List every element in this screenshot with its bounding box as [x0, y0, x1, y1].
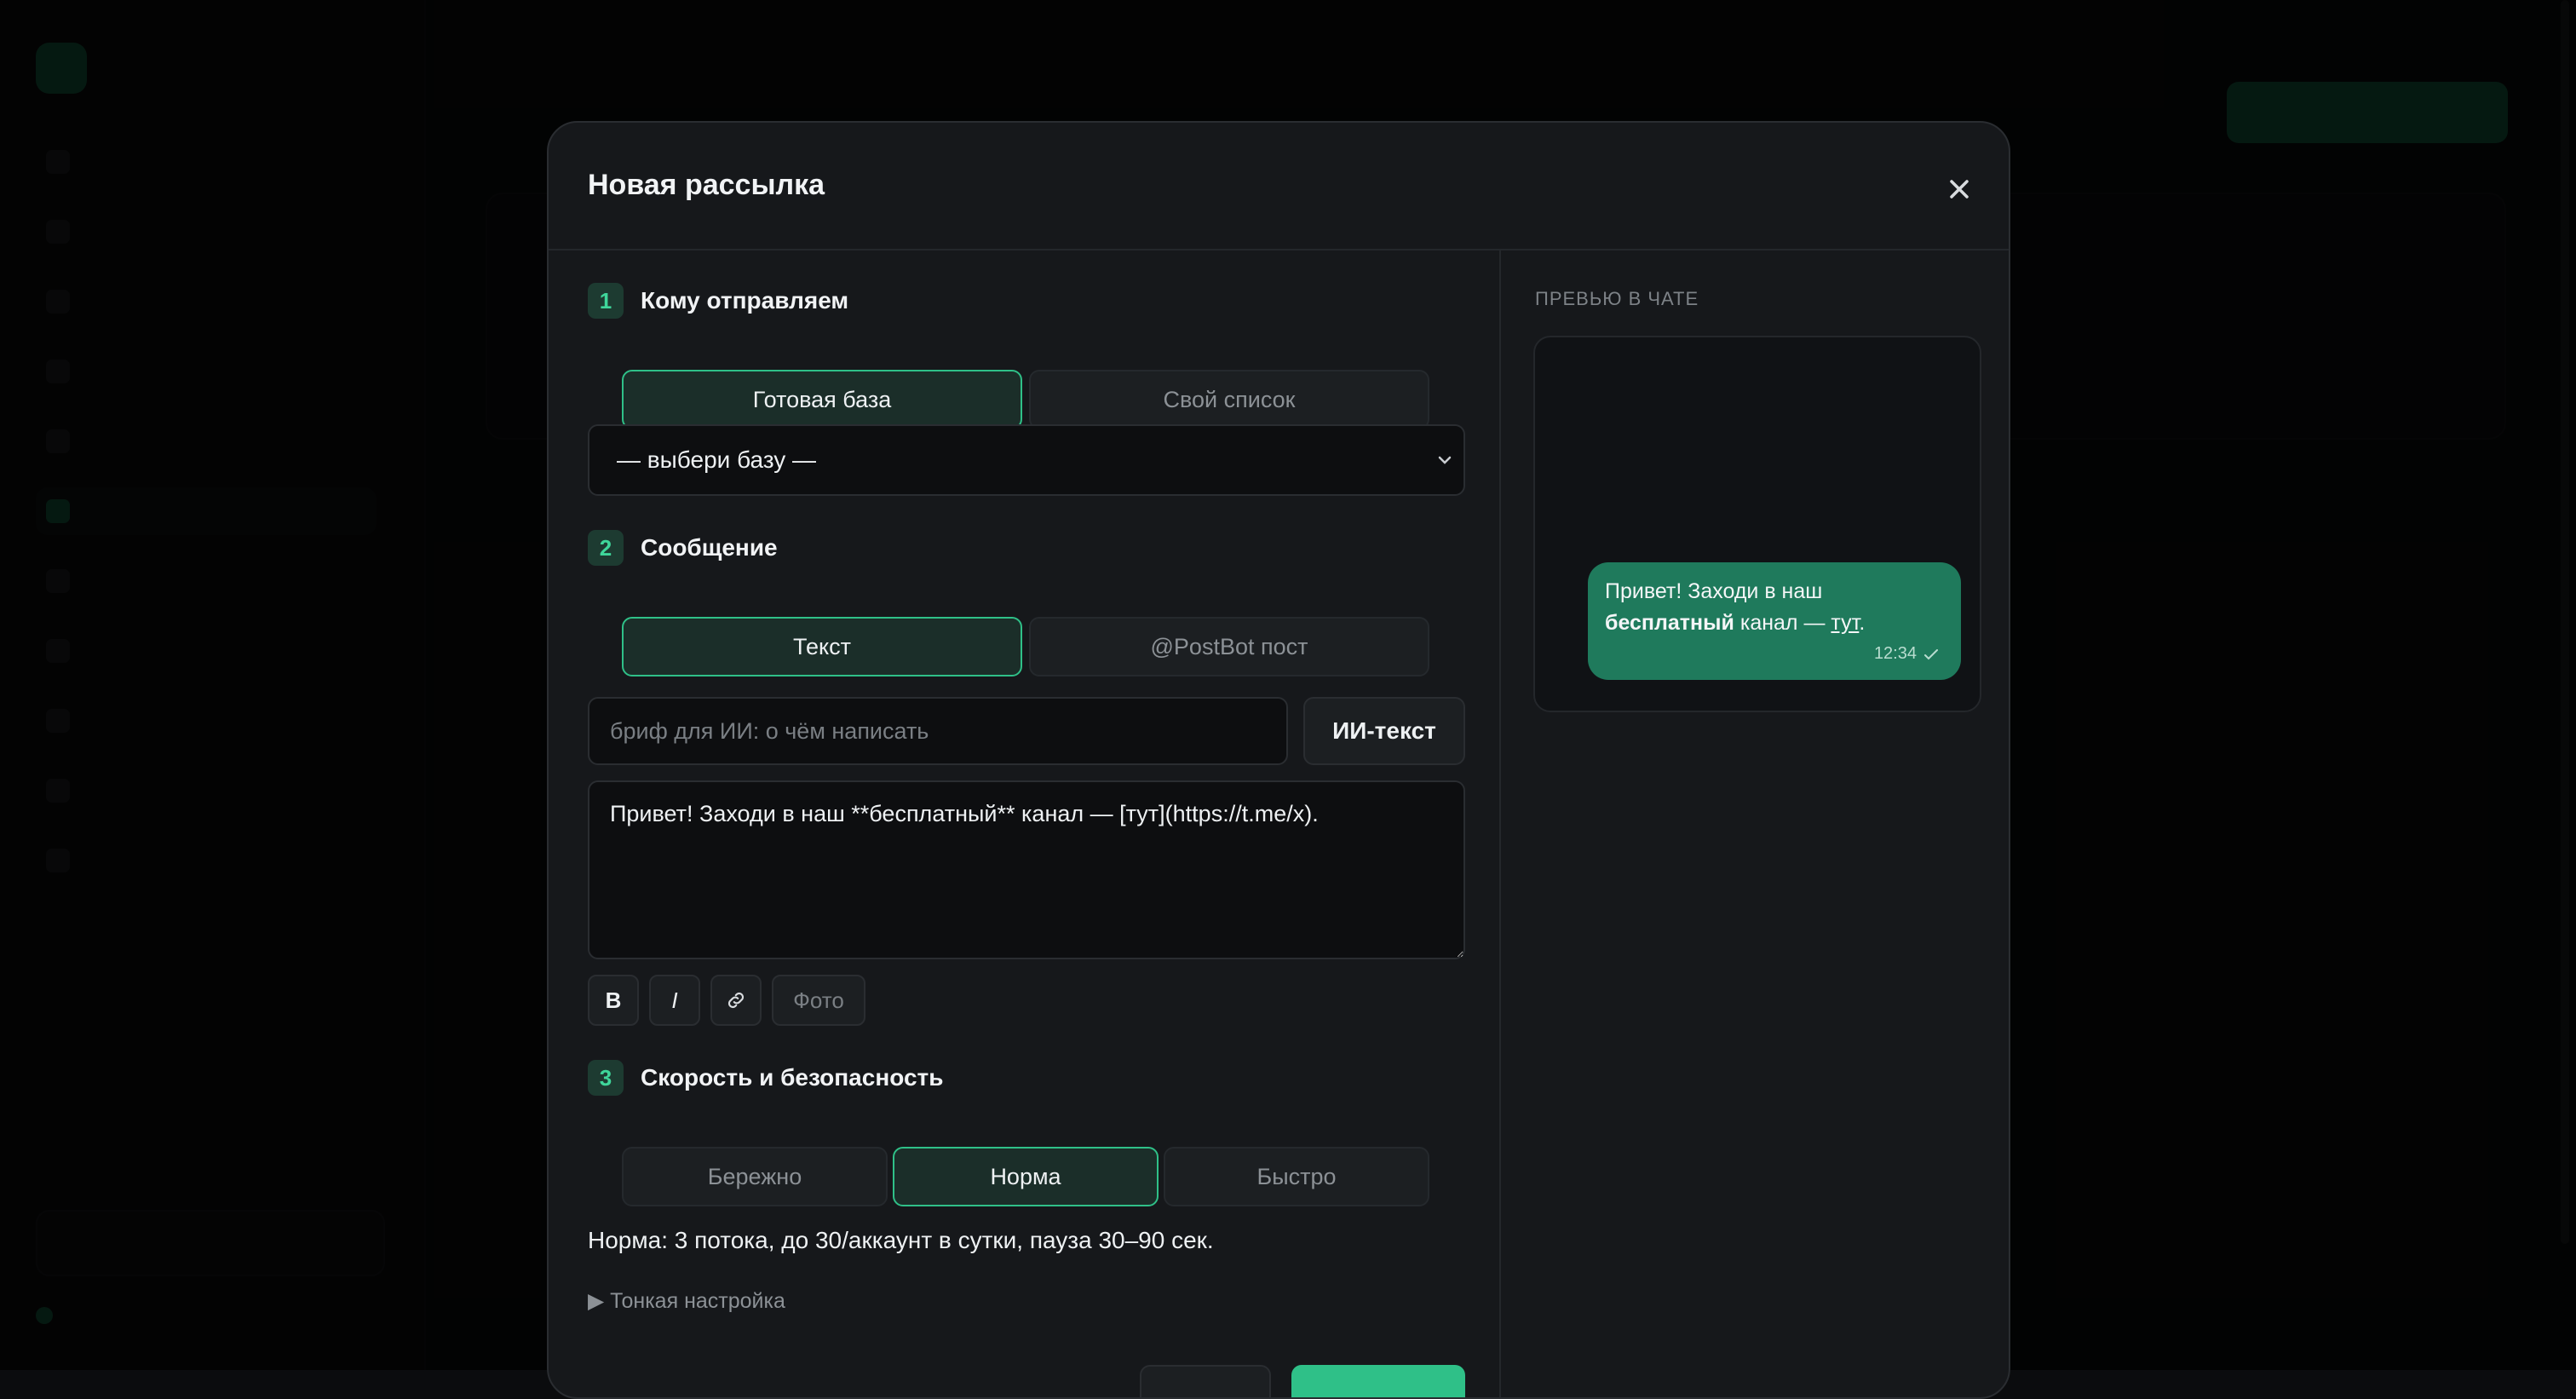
ai-text-button[interactable]: ИИ-текст — [1303, 697, 1465, 765]
preview-text-1: Привет! Заходи в наш — [1605, 579, 1823, 603]
message-textarea[interactable] — [588, 780, 1465, 959]
fine-tune-toggle[interactable]: ▶ Тонкая настройка — [588, 1288, 785, 1314]
chevron-down-icon — [1438, 456, 1452, 464]
tab-ready-base[interactable]: Готовая база — [622, 370, 1022, 429]
base-select-value: — выбери базу — — [617, 446, 817, 473]
step-title: Кому отправляем — [641, 287, 849, 314]
speed-fast[interactable]: Быстро — [1164, 1147, 1429, 1206]
tab-postbot-post[interactable]: @PostBot пост — [1029, 617, 1429, 676]
italic-button[interactable]: I — [649, 975, 700, 1026]
preview-bold: бесплатный — [1605, 611, 1734, 635]
ai-brief-input[interactable] — [588, 697, 1288, 765]
link-button[interactable] — [710, 975, 762, 1026]
message-time: 12:34 — [1873, 644, 1917, 663]
preview-label-text: ПРЕВЬЮ В ЧАТЕ — [1535, 288, 1699, 309]
close-icon — [1950, 180, 1969, 199]
preview-link[interactable]: тут — [1831, 611, 1859, 635]
photo-button[interactable]: Фото — [772, 975, 865, 1026]
step-speed-header: 3 Скорость и безопасность — [588, 1060, 943, 1096]
preview-text-2: канал — — [1739, 611, 1826, 635]
step-title: Скорость и безопасность — [641, 1064, 944, 1091]
speed-description: Норма: 3 потока, до 30/аккаунт в сутки, … — [588, 1227, 1214, 1253]
chat-message-bubble: Привет! Заходи в наш бесплатный канал — … — [1588, 562, 1961, 680]
check-icon — [1924, 648, 1938, 659]
cancel-button[interactable] — [1140, 1365, 1271, 1397]
step-number: 3 — [588, 1060, 624, 1096]
step-number: 2 — [588, 530, 624, 566]
link-icon — [727, 992, 745, 1009]
new-broadcast-modal: Новая рассылка 1 Кому отправляем 1 Кому … — [547, 121, 2010, 1399]
tab-own-list[interactable]: Свой список — [1029, 370, 1429, 429]
step-recipients-header: 1 Кому отправляем — [588, 283, 848, 319]
base-select[interactable]: — выбери базу — — [588, 424, 1465, 496]
step-message-header: 2 Сообщение — [588, 530, 778, 566]
step-number: 1 — [588, 283, 624, 319]
tab-text[interactable]: Текст — [622, 617, 1022, 676]
speed-normal[interactable]: Норма — [893, 1147, 1159, 1206]
submit-button[interactable] — [1291, 1365, 1465, 1397]
close-button[interactable] — [1934, 164, 1985, 215]
bold-button[interactable]: B — [588, 975, 639, 1026]
speed-careful[interactable]: Бережно — [622, 1147, 888, 1206]
modal-title: Новая рассылка — [588, 169, 825, 201]
chat-preview: Привет! Заходи в наш бесплатный канал — … — [1533, 336, 1981, 712]
modal-header: Новая рассылка — [549, 123, 2009, 250]
step-title: Сообщение — [641, 534, 778, 561]
message-timestamp: 12:34 — [1874, 638, 1939, 670]
preview-text-end: . — [1859, 611, 1866, 635]
